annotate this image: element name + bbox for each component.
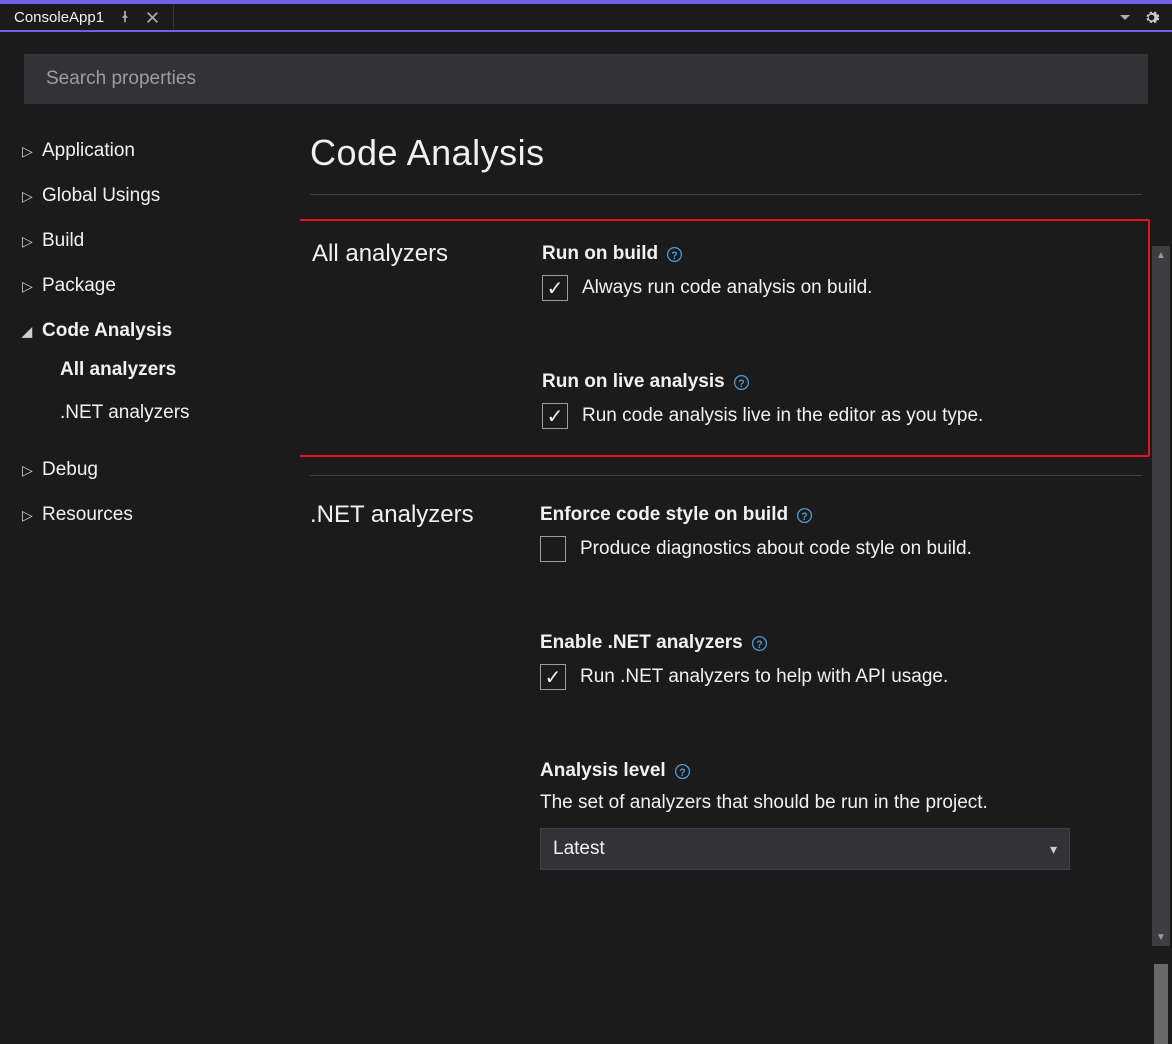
nav-item-application[interactable]: Application: [22, 141, 278, 160]
section-heading-net: .NET analyzers: [310, 500, 510, 870]
svg-text:?: ?: [671, 249, 677, 261]
titlebar: ConsoleApp1: [0, 0, 1172, 30]
svg-text:?: ?: [738, 377, 744, 389]
pin-icon[interactable]: [118, 10, 132, 24]
chevron-right-icon: [22, 463, 32, 477]
divider: [310, 194, 1142, 195]
scroll-up-icon[interactable]: ▲: [1152, 246, 1170, 264]
checkbox-label: Produce diagnostics about code style on …: [580, 538, 972, 560]
checkbox-label: Run code analysis live in the editor as …: [582, 405, 983, 427]
scroll-down-icon[interactable]: ▼: [1152, 928, 1170, 946]
subnav-item-all-analyzers[interactable]: All analyzers: [22, 348, 278, 391]
help-icon[interactable]: ?: [733, 374, 750, 391]
help-icon[interactable]: ?: [796, 507, 813, 524]
label-run-on-build: Run on build: [542, 243, 658, 265]
chevron-right-icon: [22, 144, 32, 158]
nav-item-resources[interactable]: Resources: [22, 505, 278, 524]
chevron-down-icon: [22, 324, 32, 338]
section-heading-all: All analyzers: [312, 239, 512, 429]
svg-text:?: ?: [801, 510, 807, 522]
chevron-right-icon: [22, 189, 32, 203]
tab-title: ConsoleApp1: [14, 9, 104, 26]
checkbox-run-on-live[interactable]: [542, 403, 568, 429]
section-all-analyzers: All analyzers Run on build ? Always run …: [300, 219, 1150, 457]
svg-text:?: ?: [679, 766, 685, 778]
close-icon[interactable]: [146, 11, 159, 24]
document-tab[interactable]: ConsoleApp1: [0, 4, 174, 30]
label-analysis-level: Analysis level: [540, 760, 666, 782]
analysis-level-select[interactable]: Latest ▾: [540, 828, 1070, 870]
label-enforce-style: Enforce code style on build: [540, 504, 788, 526]
nav-item-build[interactable]: Build: [22, 231, 278, 250]
scrollbar-track[interactable]: ▲ ▼: [1152, 246, 1170, 946]
scrollbar-thumb[interactable]: [1154, 964, 1168, 1044]
gear-icon[interactable]: [1143, 9, 1160, 26]
search-input[interactable]: [24, 54, 1148, 104]
page-title: Code Analysis: [310, 132, 1142, 174]
section-net-analyzers: .NET analyzers Enforce code style on bui…: [310, 500, 1142, 870]
divider: [310, 475, 1142, 476]
dropdown-icon[interactable]: [1119, 11, 1131, 23]
chevron-right-icon: [22, 279, 32, 293]
checkbox-run-on-build[interactable]: [542, 275, 568, 301]
field-run-on-live: Run on live analysis ? Run code analysis…: [542, 371, 1134, 429]
field-run-on-build: Run on build ? Always run code analysis …: [542, 243, 1134, 301]
chevron-right-icon: [22, 508, 32, 522]
help-icon[interactable]: ?: [666, 246, 683, 263]
label-run-on-live: Run on live analysis: [542, 371, 725, 393]
svg-text:?: ?: [756, 638, 762, 650]
field-enforce-style: Enforce code style on build ? Produce di…: [540, 504, 1142, 562]
checkbox-label: Run .NET analyzers to help with API usag…: [580, 666, 948, 688]
checkbox-enable-net[interactable]: [540, 664, 566, 690]
field-analysis-level: Analysis level ? The set of analyzers th…: [540, 760, 1142, 870]
properties-content: Code Analysis All analyzers Run on build…: [300, 114, 1172, 946]
nav-item-code-analysis[interactable]: Code Analysis: [22, 321, 278, 340]
chevron-right-icon: [22, 234, 32, 248]
field-enable-net: Enable .NET analyzers ? Run .NET analyze…: [540, 632, 1142, 690]
analysis-level-desc: The set of analyzers that should be run …: [540, 792, 1142, 814]
nav-item-package[interactable]: Package: [22, 276, 278, 295]
help-icon[interactable]: ?: [674, 763, 691, 780]
chevron-down-icon: ▾: [1050, 841, 1057, 858]
help-icon[interactable]: ?: [751, 635, 768, 652]
select-value: Latest: [553, 838, 605, 860]
checkbox-enforce-style[interactable]: [540, 536, 566, 562]
subnav-item-net-analyzers[interactable]: .NET analyzers: [22, 391, 278, 434]
checkbox-label: Always run code analysis on build.: [582, 277, 872, 299]
nav-item-debug[interactable]: Debug: [22, 460, 278, 479]
properties-nav: Application Global Usings Build Package …: [0, 114, 300, 946]
label-enable-net: Enable .NET analyzers: [540, 632, 743, 654]
nav-item-global-usings[interactable]: Global Usings: [22, 186, 278, 205]
